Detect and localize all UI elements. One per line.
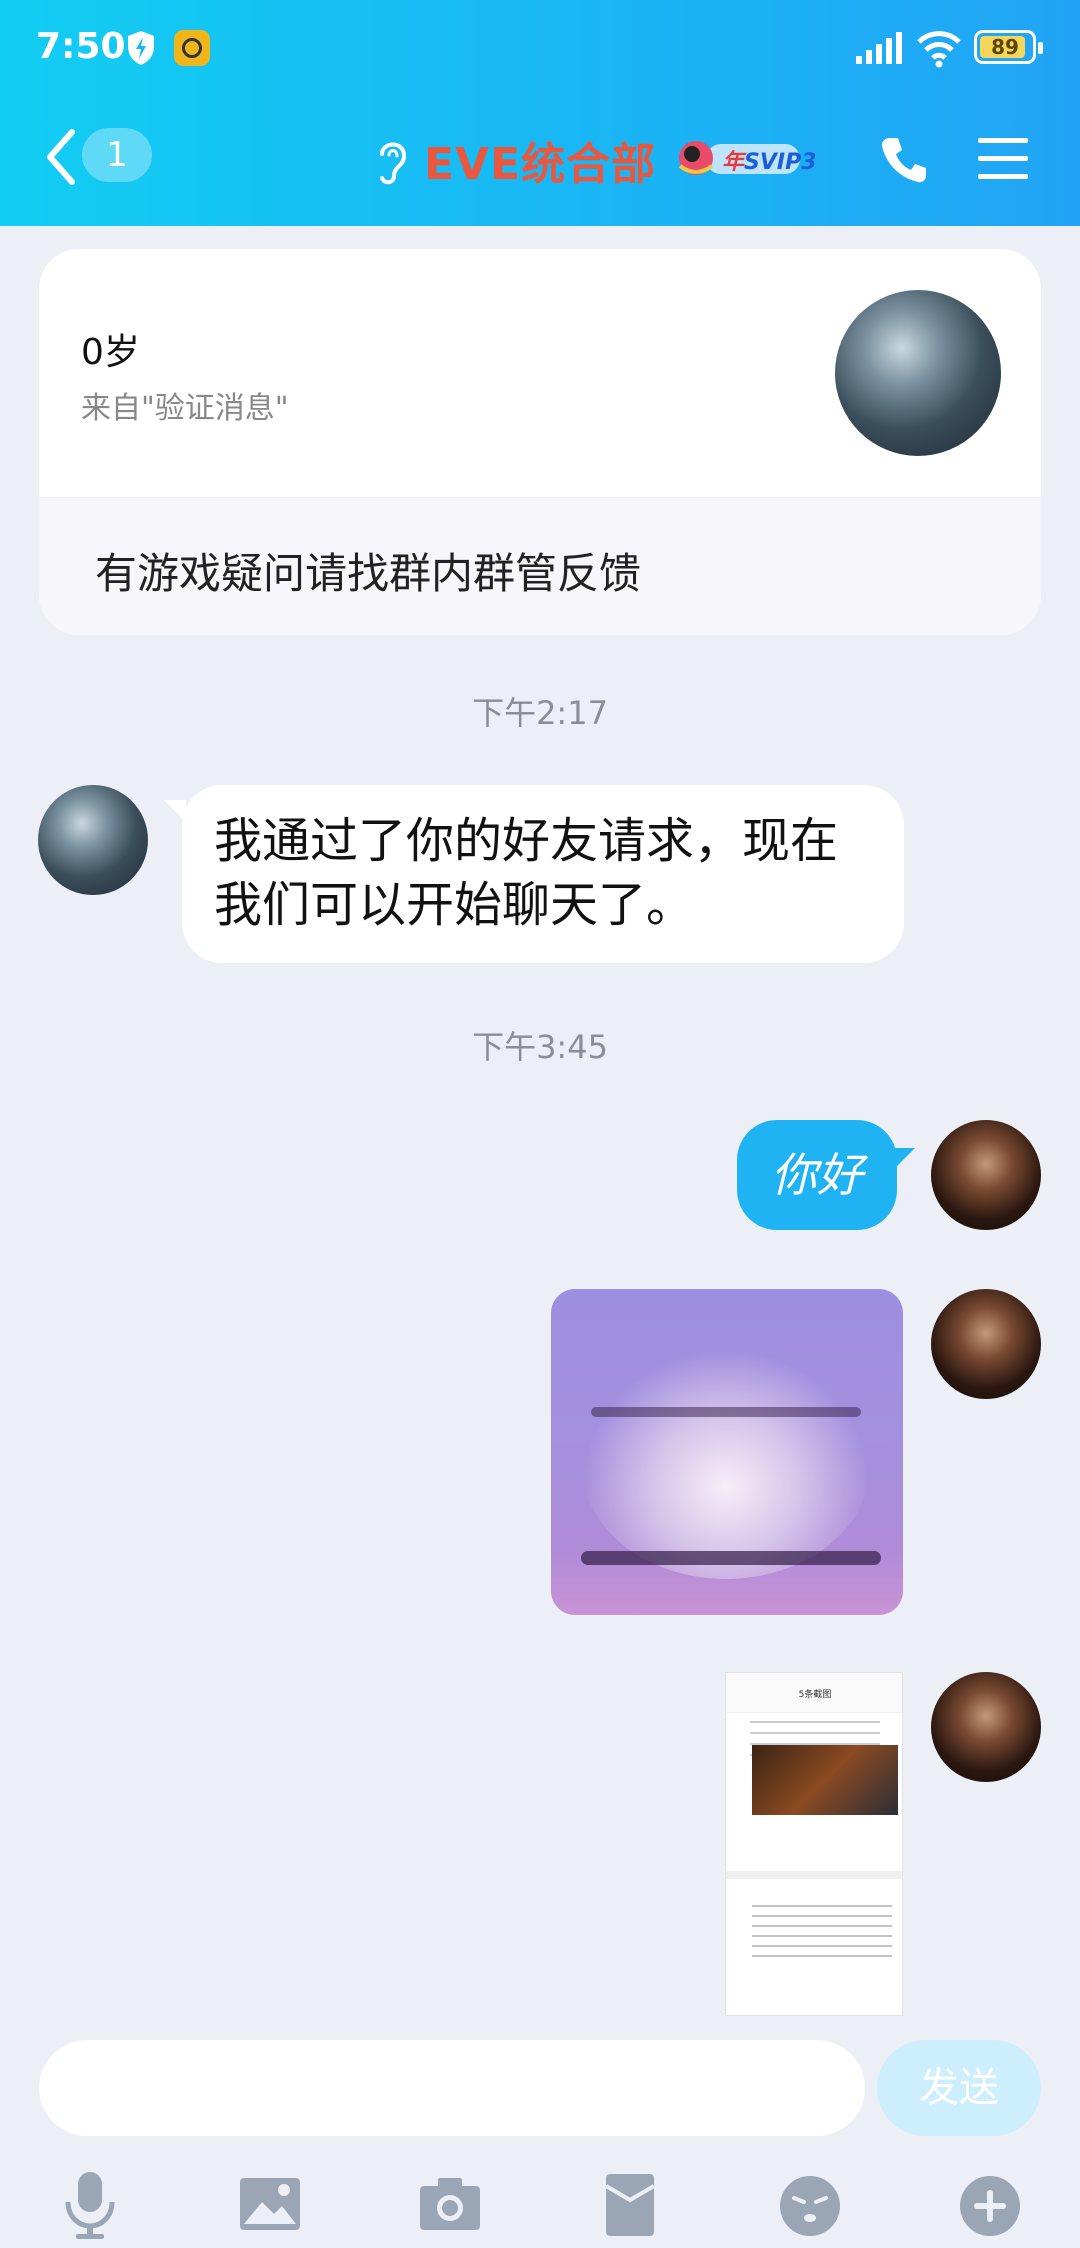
screenshot-image [752,1745,898,1815]
wifi-icon [917,31,961,68]
screenshot-comment [752,1905,892,1965]
red-packet-icon[interactable] [594,2168,666,2240]
profile-note: 有游戏疑问请找群内群管反馈 [95,549,642,598]
image-message[interactable] [551,1289,903,1615]
svip-badge[interactable]: 年SVIP3 [672,138,817,180]
message-timestamp: 下午2:17 [472,694,608,732]
phone-icon[interactable] [878,134,930,186]
mic-icon[interactable] [54,2168,126,2240]
screenshot-title: 5条截图 [798,1690,832,1700]
svip-prefix: 年 [722,150,745,175]
svip-level: SVIP3 [744,150,817,175]
screenshot-message[interactable]: 5条截图 [725,1672,903,2016]
ear-icon[interactable] [372,136,412,186]
battery-indicator: 89 [974,30,1036,64]
status-bar: 7:50 89 [0,18,1080,78]
profile-card[interactable]: 0岁 来自"验证消息" 有游戏疑问请找群内群管反馈 [39,249,1041,635]
chat-header: 7:50 89 1 EVE统合部 年SVIP3 [0,0,1080,226]
svip-label: 年SVIP3 [722,144,817,176]
status-time: 7:50 [36,26,126,67]
message-timestamp: 下午3:45 [472,1028,608,1066]
battery-nub [1038,42,1043,54]
friend-avatar[interactable] [38,785,148,895]
camera-icon[interactable] [414,2168,486,2240]
bubble-tail [893,1148,915,1170]
my-avatar[interactable] [931,1289,1041,1399]
image-stroke [581,1551,881,1565]
back-icon[interactable] [44,128,78,186]
profile-avatar[interactable] [835,290,1001,456]
app-notification-icon [174,30,210,66]
image-stroke [591,1407,861,1417]
input-toolbar [0,2160,1080,2248]
menu-icon[interactable] [978,136,1028,182]
signal-icon [856,32,902,64]
friend-message-bubble[interactable]: 我通过了你的好友请求，现在我们可以开始聊天了。 [182,785,904,963]
emoji-icon[interactable] [774,2168,846,2240]
send-button[interactable]: 发送 [877,2040,1041,2136]
my-message-bubble[interactable]: 你好 [737,1120,897,1230]
message-input[interactable] [39,2040,865,2136]
my-avatar[interactable] [931,1120,1041,1230]
image-icon[interactable] [234,2168,306,2240]
plus-icon[interactable] [954,2168,1026,2240]
unread-count-badge[interactable]: 1 [82,128,152,182]
my-avatar[interactable] [931,1672,1041,1782]
image-blur [581,1349,871,1579]
battery-text: 89 [991,35,1019,59]
chat-title[interactable]: EVE统合部 [424,128,656,192]
profile-age: 0岁 [81,332,140,373]
screenshot-divider [726,1871,902,1879]
shield-bolt-icon [128,31,154,65]
profile-source: 来自"验证消息" [81,391,289,426]
